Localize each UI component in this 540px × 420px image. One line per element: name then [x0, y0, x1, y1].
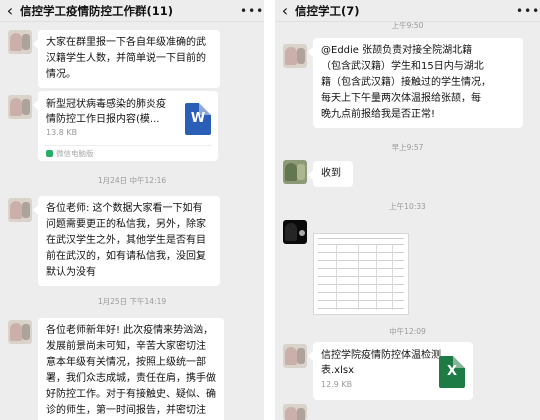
- avatar[interactable]: [283, 220, 307, 244]
- file-name: 新型冠状病毒感染的肺炎疫 情防控工作日报内容(模...: [46, 97, 166, 127]
- file-name: 信控学院疫情防控体温检测 表.xlsx: [321, 348, 441, 378]
- avatar[interactable]: [8, 95, 32, 119]
- file-name-line: 表.xlsx: [321, 365, 355, 376]
- message-bubble[interactable]: 各位老师: 这个数据大家看一下如有 问题需要更正的私信我，另外，除家 在武汉学生…: [33, 196, 220, 286]
- message-line: （包含武汉籍）学生和15日内与湖北: [321, 61, 484, 72]
- left-navbar: ‹ 信控学工疫情防控工作群(11) •••: [0, 0, 264, 22]
- file-source: 微信电脑版: [46, 148, 94, 159]
- file-name-line: 信控学院疫情防控体温检测: [321, 350, 441, 361]
- timestamp: 1月25日 下午14:19: [97, 297, 167, 306]
- timestamp: 1月24日 中午12:16: [97, 176, 167, 185]
- message-line: 收到: [321, 168, 341, 179]
- more-icon[interactable]: •••: [240, 0, 264, 22]
- file-size: 13.8 KB: [46, 128, 78, 137]
- message-line: 好防控工作。对于有接触史、疑似、确: [46, 389, 216, 400]
- message-line: 情况。: [46, 69, 76, 80]
- avatar[interactable]: [283, 160, 307, 184]
- file-name-line: 情防控工作日报内容(模...: [46, 114, 160, 125]
- message-line: 署，我们众志成城，责任在肩，携手做: [46, 373, 216, 384]
- message-line: 问题需要更正的私信我，另外，除家: [46, 219, 206, 230]
- timestamp: 早上9:57: [391, 143, 424, 152]
- word-file-icon: W: [185, 103, 211, 135]
- file-size: 12.9 KB: [321, 380, 353, 389]
- image-line: [318, 238, 404, 239]
- image-column: [336, 244, 337, 310]
- message-line: 在武汉学生之外，其他学生是否有目: [46, 235, 206, 246]
- left-chat-screen: ‹ 信控学工疫情防控工作群(11) ••• 大家在群里报一下各自年级准确的武 汉…: [0, 0, 264, 420]
- avatar[interactable]: [8, 30, 32, 54]
- back-icon[interactable]: ‹: [0, 0, 20, 22]
- message-bubble[interactable]: 收到: [308, 161, 353, 187]
- message-line: 意本年级有关情况，按照上级统一部: [46, 357, 206, 368]
- file-icon-letter: X: [446, 364, 458, 379]
- more-icon[interactable]: •••: [516, 0, 540, 22]
- avatar[interactable]: [8, 198, 32, 222]
- message-line: 每天上下午量两次体温报给张颉，每: [321, 93, 481, 104]
- image-column: [376, 244, 377, 310]
- message-line: 各位老师: 这个数据大家看一下如有: [46, 203, 203, 214]
- image-column: [358, 244, 359, 310]
- message-bubble[interactable]: 各位老师新年好! 此次疫情来势汹汹， 发展前景尚未可知，辛苦大家密切注 意本年级…: [38, 318, 224, 420]
- message-line: 诊的师生，第一时间报告，并密切注: [46, 405, 206, 416]
- file-name-line: 新型冠状病毒感染的肺炎疫: [46, 99, 166, 110]
- file-icon-letter: W: [190, 111, 206, 126]
- message-line: @Eddie 张颉负责对接全院湖北籍: [321, 45, 473, 56]
- message-line: 晚九点前报给我是否正常!: [321, 109, 436, 120]
- right-chat-screen: 上午9:50 ‹ 信控学工(7) ••• @Eddie 张颉负责对接全院湖北籍 …: [275, 0, 540, 420]
- message-line: 发展前景尚未可知，辛苦大家密切注: [46, 341, 206, 352]
- timestamp: 上午10:33: [389, 202, 426, 211]
- message-bubble[interactable]: @Eddie 张颉负责对接全院湖北籍 （包含武汉籍）学生和15日内与湖北 籍（包…: [308, 38, 523, 128]
- chat-title: 信控学工疫情防控工作群(11): [20, 3, 174, 18]
- message-line: 汉籍学生人数，并简单说一下目前的: [46, 53, 206, 64]
- file-message-card[interactable]: 信控学院疫情防控体温检测 表.xlsx 12.9 KB X: [308, 342, 473, 400]
- message-bubble[interactable]: 大家在群里报一下各自年级准确的武 汉籍学生人数，并简单说一下目前的 情况。: [33, 30, 220, 88]
- avatar[interactable]: [283, 44, 307, 68]
- right-navbar: ‹ 信控学工(7) •••: [275, 0, 540, 22]
- chat-title: 信控学工(7): [295, 3, 360, 18]
- avatar[interactable]: [8, 320, 32, 344]
- avatar[interactable]: [283, 344, 307, 368]
- message-line: 大家在群里报一下各自年级准确的武: [46, 37, 206, 48]
- message-line: 籍（包含武汉籍）接触过的学生情况，: [321, 77, 491, 88]
- document-image[interactable]: [313, 233, 409, 315]
- message-line: 前在武汉的，如有请私信我，没回复: [46, 251, 206, 262]
- wechat-pc-icon: [46, 150, 53, 157]
- message-line: 各位老师新年好! 此次疫情来势汹汹，: [46, 325, 214, 336]
- file-source-label: 微信电脑版: [56, 149, 94, 158]
- image-column: [392, 244, 393, 310]
- excel-file-icon: X: [439, 356, 465, 388]
- divider: [44, 145, 212, 146]
- file-message-card[interactable]: 新型冠状病毒感染的肺炎疫 情防控工作日报内容(模... 13.8 KB W 微信…: [33, 91, 218, 161]
- message-line: 默认为没有: [46, 267, 96, 278]
- avatar[interactable]: [283, 404, 307, 420]
- timestamp: 中午12:09: [389, 327, 426, 336]
- back-icon[interactable]: ‹: [275, 0, 295, 22]
